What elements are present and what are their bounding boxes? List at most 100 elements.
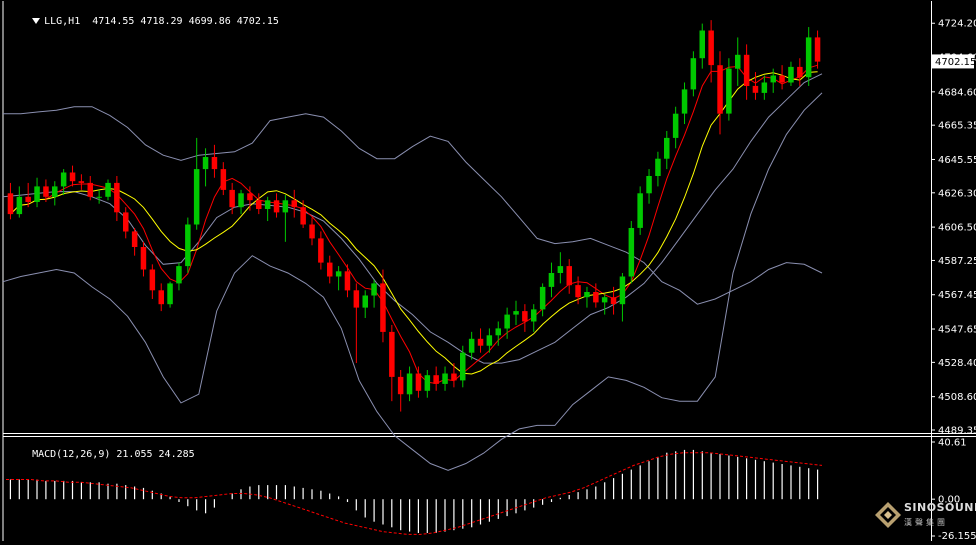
candle-body bbox=[797, 66, 803, 78]
candle-body bbox=[628, 228, 635, 277]
candle-body bbox=[114, 182, 120, 213]
candle-body bbox=[52, 186, 58, 197]
candle-body bbox=[397, 376, 404, 395]
candle-body bbox=[415, 373, 422, 391]
candle-body bbox=[708, 30, 714, 66]
candle-body bbox=[238, 193, 244, 208]
brand-name-cn: 漢聲集團 bbox=[904, 518, 948, 527]
chart-root: 4724.204704.604684.604665.354645.554626.… bbox=[0, 0, 976, 542]
candle-body bbox=[140, 247, 147, 270]
candle-body bbox=[451, 373, 457, 381]
candle-body bbox=[788, 66, 794, 83]
candle bbox=[628, 221, 635, 284]
candle-body bbox=[229, 189, 235, 208]
candle-body bbox=[531, 309, 537, 322]
candle-body bbox=[211, 157, 218, 170]
candle-body bbox=[264, 200, 271, 209]
price-tick-label: 4587.25 bbox=[938, 256, 976, 267]
candle-body bbox=[60, 172, 67, 187]
candle-body bbox=[735, 54, 741, 69]
candle-body bbox=[167, 283, 173, 305]
candle-body bbox=[770, 75, 776, 83]
candle-body bbox=[593, 292, 599, 303]
candle-body bbox=[486, 335, 493, 346]
candle-body bbox=[318, 238, 324, 263]
candle-body bbox=[655, 158, 661, 176]
candle-body bbox=[78, 181, 85, 183]
candle-body bbox=[513, 311, 519, 315]
candle-body bbox=[34, 186, 40, 202]
candle bbox=[167, 281, 173, 308]
candle-body bbox=[69, 172, 76, 182]
candle-body bbox=[575, 285, 581, 298]
ohlc-values: 4714.55 4718.29 4699.86 4702.15 bbox=[92, 16, 279, 27]
macd-tick-label: 40.61 bbox=[938, 438, 967, 449]
candle-body bbox=[158, 290, 164, 305]
candle-body bbox=[300, 207, 306, 225]
candle-body bbox=[646, 176, 652, 194]
candle-body bbox=[389, 331, 395, 377]
candle-body bbox=[291, 200, 297, 208]
candle-body bbox=[282, 200, 289, 213]
price-tick-label: 4606.50 bbox=[938, 223, 976, 234]
candle-body bbox=[25, 196, 31, 202]
candle-body bbox=[814, 37, 821, 62]
candle-body bbox=[202, 157, 209, 170]
candle-body bbox=[327, 262, 333, 277]
candle-body bbox=[610, 297, 617, 305]
candle-body bbox=[406, 373, 413, 395]
price-tick-label: 4508.60 bbox=[938, 392, 976, 403]
candle-body bbox=[433, 375, 439, 384]
candle-body bbox=[123, 212, 129, 232]
price-tick-label: 4547.65 bbox=[938, 325, 976, 336]
candle-body bbox=[548, 273, 555, 287]
price-tick-label: 4684.60 bbox=[938, 87, 976, 98]
price-tick-label: 4645.55 bbox=[938, 155, 976, 166]
sinosound-logo: SINOSOUND 漢聲集團 bbox=[874, 495, 976, 535]
candle-body bbox=[637, 193, 643, 228]
brand-name: SINOSOUND bbox=[904, 501, 976, 514]
candle-body bbox=[761, 82, 768, 93]
candle-body bbox=[273, 200, 280, 213]
candle-body bbox=[504, 314, 510, 329]
candle-body bbox=[131, 231, 138, 247]
candle-body bbox=[335, 271, 342, 277]
candle-body bbox=[353, 290, 360, 308]
candle-body bbox=[442, 373, 448, 384]
candle-body bbox=[96, 196, 102, 198]
candle-body bbox=[43, 186, 49, 197]
candle-body bbox=[87, 182, 93, 197]
candle-body bbox=[149, 269, 156, 291]
candle-body bbox=[539, 286, 546, 310]
candle-body bbox=[256, 200, 262, 209]
candle-body bbox=[193, 169, 200, 225]
candle-body bbox=[371, 283, 377, 296]
diamond-logo-icon bbox=[875, 502, 901, 528]
candle-body bbox=[584, 292, 590, 298]
candle-body bbox=[309, 224, 315, 239]
triangle-down-icon[interactable] bbox=[32, 18, 41, 24]
candle-body bbox=[805, 37, 812, 78]
candle-body bbox=[424, 375, 431, 391]
candle-body bbox=[220, 169, 227, 190]
price-tick-label: 4626.30 bbox=[938, 188, 976, 199]
candle-body bbox=[779, 75, 785, 83]
candle-body bbox=[681, 89, 688, 114]
candle-body bbox=[601, 297, 608, 303]
candle-body bbox=[344, 271, 351, 291]
candle-body bbox=[247, 193, 253, 201]
symbol-header: LLG,H1 4714.55 4718.29 4699.86 4702.15 bbox=[8, 5, 279, 38]
macd-header: MACD(12,26,9) 21.055 24.285 bbox=[8, 438, 195, 471]
price-tick-label: 4724.20 bbox=[938, 19, 976, 30]
candle-body bbox=[664, 137, 670, 159]
candle-body bbox=[566, 266, 572, 286]
price-tick-label: 4567.45 bbox=[938, 290, 976, 301]
candle-body bbox=[717, 65, 723, 114]
candle-body bbox=[468, 338, 475, 353]
candle-body bbox=[743, 54, 750, 86]
candle-body bbox=[619, 276, 626, 305]
macd-label: MACD(12,26,9) 21.055 24.285 bbox=[32, 449, 195, 460]
candle-body bbox=[105, 182, 111, 197]
candle-body bbox=[185, 224, 191, 267]
price-tick-label: 4489.35 bbox=[938, 426, 976, 437]
